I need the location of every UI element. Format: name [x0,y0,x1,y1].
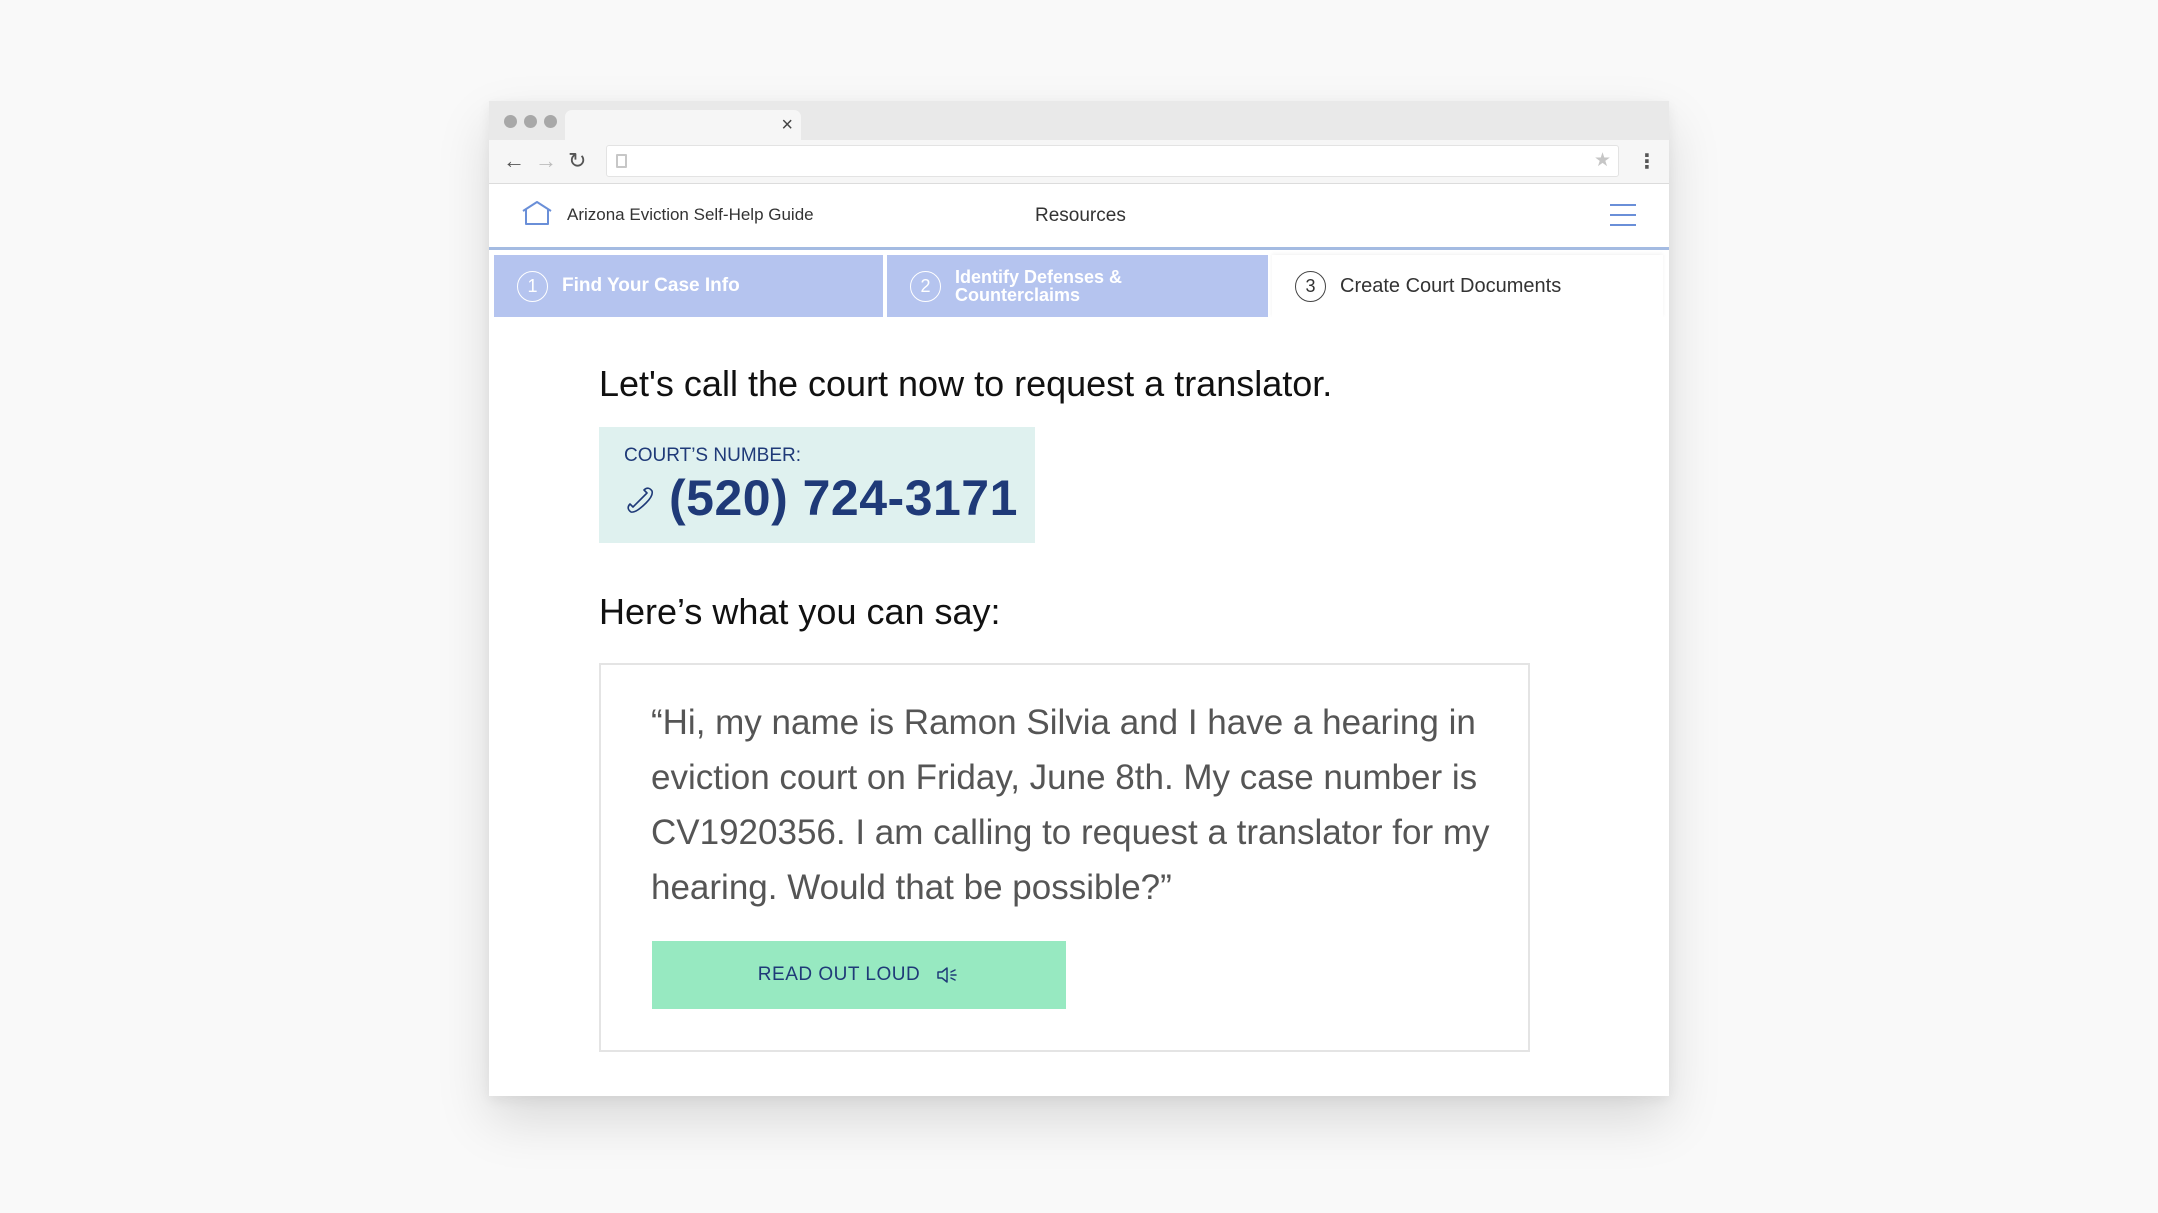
step-identify-defenses[interactable]: 2 Identify Defenses & Counterclaims [887,255,1268,317]
page-icon [616,154,627,168]
court-phone-number[interactable]: (520) 724-3171 [669,469,1018,527]
forward-arrow-icon[interactable]: → [535,149,557,173]
speaker-icon [937,967,957,983]
window-controls [504,115,557,128]
browser-tabstrip: × [489,101,1669,142]
window-close-dot[interactable] [504,115,517,128]
home-icon[interactable] [521,200,553,226]
site-title[interactable]: Arizona Eviction Self-Help Guide [567,205,814,225]
step-create-court-documents[interactable]: 3 Create Court Documents [1272,255,1663,317]
step-number: 3 [1295,270,1326,302]
read-out-loud-label: READ OUT LOUD [757,964,921,985]
hamburger-menu-icon[interactable] [1610,204,1636,234]
phone-icon [627,487,654,513]
browser-tab[interactable]: × [565,110,801,142]
script-heading: Here’s what you can say: [599,591,1001,632]
back-arrow-icon[interactable]: ← [503,149,525,173]
step-label: Create Court Documents [1340,274,1562,297]
reload-icon[interactable]: ↻ [568,149,586,173]
page-headline: Let's call the court now to request a tr… [599,363,1333,404]
progress-steps: 1 Find Your Case Info 2 Identify Defense… [489,253,1669,317]
step-number: 1 [517,270,548,302]
site-header: Arizona Eviction Self-Help Guide Resourc… [489,184,1669,250]
step-number: 2 [910,270,941,302]
bookmark-star-icon[interactable]: ★ [1594,149,1611,172]
main-content: Let's call the court now to request a tr… [489,317,1669,1096]
tab-close-icon[interactable]: × [781,114,793,136]
court-number-card: COURT’S NUMBER: (520) 724-3171 [599,427,1035,543]
read-out-loud-button[interactable]: READ OUT LOUD [652,941,1066,1009]
step-label: Find Your Case Info [562,275,740,296]
script-card: “Hi, my name is Ramon Silvia and I have … [599,663,1530,1052]
browser-window: × ← → ↻ ★ ⋮ Arizona Eviction Self-Help G… [489,101,1669,1096]
browser-menu-icon[interactable]: ⋮ [1637,148,1657,176]
nav-resources-link[interactable]: Resources [1035,205,1126,227]
step-label: Identify Defenses & Counterclaims [955,267,1123,305]
browser-toolbar: ← → ↻ ★ ⋮ [489,140,1669,184]
address-bar[interactable]: ★ [606,145,1619,177]
call-script-text: “Hi, my name is Ramon Silvia and I have … [651,703,1490,907]
window-minimize-dot[interactable] [524,115,537,128]
court-number-label: COURT’S NUMBER: [624,445,801,466]
step-find-case-info[interactable]: 1 Find Your Case Info [494,255,883,317]
window-maximize-dot[interactable] [544,115,557,128]
